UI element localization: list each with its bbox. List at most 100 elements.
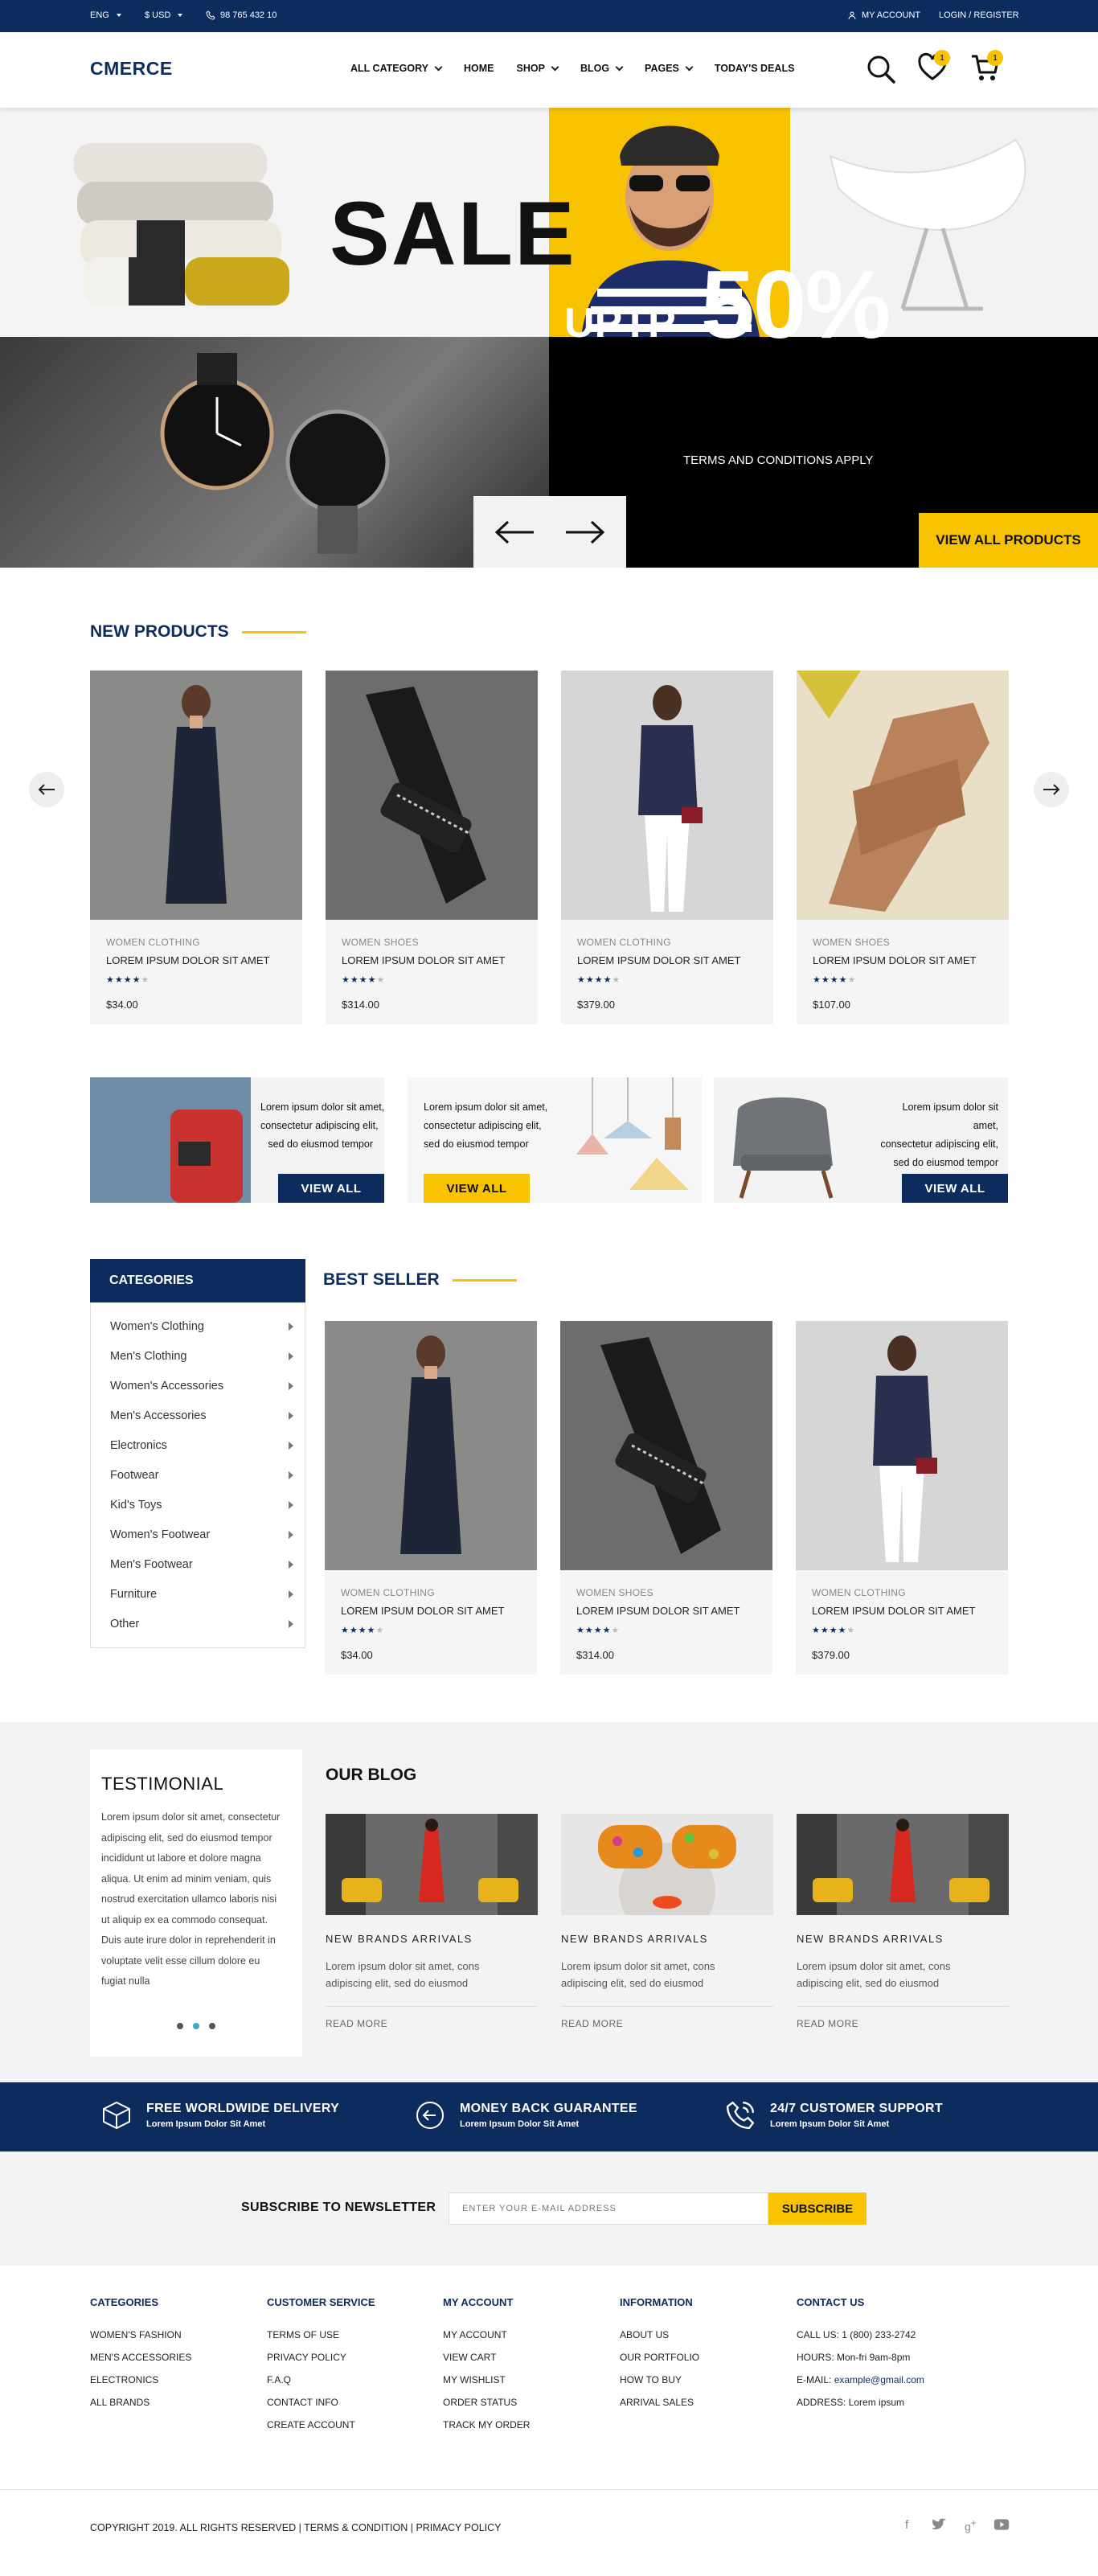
footer-link[interactable]: TERMS OF USE	[267, 2329, 375, 2340]
footer-link[interactable]: PRIVACY POLICY	[267, 2352, 375, 2363]
blog-image[interactable]	[797, 1814, 1009, 1915]
nav-shop[interactable]: SHOP	[516, 63, 559, 74]
category-item[interactable]: Women's Accessories	[110, 1380, 293, 1393]
footer-link[interactable]: MY ACCOUNT	[443, 2329, 530, 2340]
nav-label: SHOP	[516, 63, 545, 74]
blog-post-title[interactable]: NEW BRANDS ARRIVALS	[797, 1933, 1009, 1945]
subscribe-button[interactable]: SUBSCRIBE	[768, 2192, 867, 2225]
footer-link[interactable]: ELECTRONICS	[90, 2374, 191, 2385]
product-name[interactable]: LOREM IPSUM DOLOR SIT AMET	[813, 954, 976, 966]
product-category: WOMEN SHOES	[813, 937, 890, 948]
wishlist-button[interactable]: 1	[915, 50, 950, 85]
footer-link[interactable]: ABOUT US	[620, 2329, 699, 2340]
product-image	[90, 671, 302, 920]
footer-link[interactable]: VIEW CART	[443, 2352, 530, 2363]
category-item[interactable]: Men's Clothing	[110, 1350, 293, 1363]
blog-post-title[interactable]: NEW BRANDS ARRIVALS	[561, 1933, 773, 1945]
pagination-dot[interactable]	[209, 2023, 215, 2029]
login-register-link[interactable]: LOGIN / REGISTER	[939, 10, 1019, 20]
category-item[interactable]: Electronics	[110, 1439, 293, 1452]
arrow-right-icon[interactable]	[564, 520, 606, 544]
product-name[interactable]: LOREM IPSUM DOLOR SIT AMET	[812, 1605, 975, 1617]
feature-support: 24/7 CUSTOMER SUPPORT Lorem Ipsum Dolor S…	[725, 2100, 943, 2131]
product-image	[560, 1321, 772, 1570]
footer-link[interactable]: CREATE ACCOUNT	[267, 2419, 375, 2430]
footer-link[interactable]: WOMEN'S FASHION	[90, 2329, 191, 2340]
new-products-prev-button[interactable]	[29, 772, 64, 807]
new-products-next-button[interactable]	[1034, 772, 1069, 807]
promo-view-all-button[interactable]: VIEW ALL	[902, 1174, 1008, 1203]
category-item[interactable]: Women's Clothing	[110, 1320, 293, 1333]
footer-link[interactable]: OUR PORTFOLIO	[620, 2352, 699, 2363]
google-plus-icon[interactable]: g+	[965, 2518, 977, 2533]
twitter-icon[interactable]	[931, 2518, 947, 2534]
blog-post: NEW BRANDS ARRIVALS Lorem ipsum dolor si…	[326, 1814, 538, 2029]
nav-pages[interactable]: PAGES	[645, 63, 694, 74]
contact-email-link[interactable]: example@gmail.com	[834, 2374, 924, 2385]
language-select[interactable]: ENG	[90, 10, 121, 20]
footer-link[interactable]: ALL BRANDS	[90, 2397, 191, 2408]
nav-all-category[interactable]: ALL CATEGORY	[350, 63, 443, 74]
product-name[interactable]: LOREM IPSUM DOLOR SIT AMET	[577, 954, 740, 966]
testimonial-text: Lorem ipsum dolor sit amet, consectetur …	[101, 1807, 280, 1992]
blog-post-title[interactable]: NEW BRANDS ARRIVALS	[326, 1933, 538, 1945]
footer-link[interactable]: ORDER STATUS	[443, 2397, 530, 2408]
footer-link[interactable]: HOW TO BUY	[620, 2374, 699, 2385]
footer-link[interactable]: TRACK MY ORDER	[443, 2419, 530, 2430]
product-card[interactable]: WOMEN CLOTHING LOREM IPSUM DOLOR SIT AME…	[325, 1321, 537, 1675]
arrow-left-icon[interactable]	[494, 520, 535, 544]
category-item[interactable]: Men's Accessories	[110, 1409, 293, 1422]
currency-select[interactable]: $ USD	[145, 10, 183, 20]
footer-link[interactable]: CONTACT INFO	[267, 2397, 375, 2408]
site-logo[interactable]: CMERCE	[90, 58, 173, 80]
footer-col-title: MY ACCOUNT	[443, 2296, 514, 2308]
nav-label: BLOG	[580, 63, 610, 74]
pagination-dot-active[interactable]	[193, 2023, 199, 2029]
category-item[interactable]: Furniture	[110, 1588, 293, 1601]
category-item[interactable]: Kid's Toys	[110, 1499, 293, 1512]
product-name[interactable]: LOREM IPSUM DOLOR SIT AMET	[342, 954, 505, 966]
sale-terms: TERMS AND CONDITIONS APPLY	[683, 453, 874, 467]
category-item[interactable]: Footwear	[110, 1469, 293, 1482]
promo-text: Lorem ipsum dolor sit amet, consectetur …	[424, 1098, 547, 1154]
footer-link[interactable]: MEN'S ACCESSORIES	[90, 2352, 191, 2363]
product-card[interactable]: WOMEN CLOTHING LOREM IPSUM DOLOR SIT AME…	[561, 671, 773, 1024]
my-account-link[interactable]: MY ACCOUNT	[847, 10, 920, 20]
read-more-link[interactable]: READ MORE	[797, 2018, 1009, 2029]
promo-view-all-button[interactable]: VIEW ALL	[278, 1174, 384, 1203]
excerpt-line: adipiscing elit, sed do eiusmod	[561, 1977, 704, 1989]
blog-image[interactable]	[561, 1814, 773, 1915]
footer-link[interactable]: F.A.Q	[267, 2374, 375, 2385]
footer-link[interactable]: ARRIVAL SALES	[620, 2397, 699, 2408]
promo-view-all-button[interactable]: VIEW ALL	[424, 1174, 530, 1203]
category-label: Other	[110, 1618, 140, 1631]
product-card[interactable]: WOMEN SHOES LOREM IPSUM DOLOR SIT AMET ★…	[326, 671, 538, 1024]
copyright-text: COPYRIGHT 2019. ALL RIGHTS RESERVED | TE…	[90, 2522, 502, 2533]
nav-home[interactable]: HOME	[464, 63, 494, 74]
product-name[interactable]: LOREM IPSUM DOLOR SIT AMET	[341, 1605, 504, 1617]
footer-link[interactable]: MY WISHLIST	[443, 2374, 530, 2385]
nav-todays-deals[interactable]: TODAY'S DEALS	[715, 63, 795, 74]
cart-button[interactable]: 1	[968, 50, 1003, 85]
product-card[interactable]: WOMEN CLOTHING LOREM IPSUM DOLOR SIT AME…	[90, 671, 302, 1024]
category-item[interactable]: Other	[110, 1618, 293, 1631]
product-name[interactable]: LOREM IPSUM DOLOR SIT AMET	[106, 954, 269, 966]
nav-blog[interactable]: BLOG	[580, 63, 624, 74]
read-more-link[interactable]: READ MORE	[326, 2018, 538, 2029]
facebook-icon[interactable]: f	[905, 2518, 908, 2532]
product-card[interactable]: WOMEN CLOTHING LOREM IPSUM DOLOR SIT AME…	[796, 1321, 1008, 1675]
category-item[interactable]: Men's Footwear	[110, 1558, 293, 1571]
newsletter-email-input[interactable]	[449, 2192, 768, 2225]
category-item[interactable]: Women's Footwear	[110, 1528, 293, 1541]
product-price: $314.00	[342, 999, 379, 1011]
youtube-icon[interactable]	[994, 2518, 1010, 2534]
product-card[interactable]: WOMEN SHOES LOREM IPSUM DOLOR SIT AMET ★…	[560, 1321, 772, 1675]
product-name[interactable]: LOREM IPSUM DOLOR SIT AMET	[576, 1605, 740, 1617]
product-card[interactable]: WOMEN SHOES LOREM IPSUM DOLOR SIT AMET ★…	[797, 671, 1009, 1024]
read-more-link[interactable]: READ MORE	[561, 2018, 773, 2029]
blog-image[interactable]	[326, 1814, 538, 1915]
view-all-products-button[interactable]: VIEW ALL PRODUCTS	[919, 513, 1098, 568]
pagination-dot[interactable]	[177, 2023, 183, 2029]
search-button[interactable]	[863, 51, 899, 87]
money-back-icon	[416, 2102, 444, 2129]
